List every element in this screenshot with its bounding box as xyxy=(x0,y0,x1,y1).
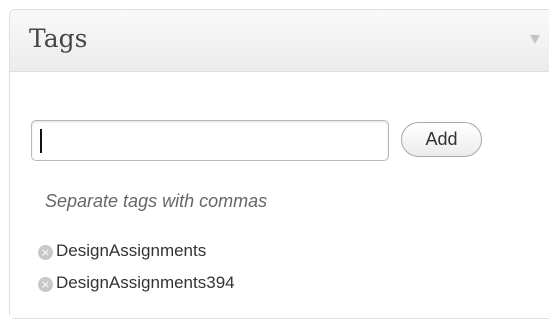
tag-label: DesignAssignments xyxy=(56,241,207,260)
panel-body: Add Separate tags with commas × DesignAs… xyxy=(10,72,549,318)
tag-label: DesignAssignments394 xyxy=(56,273,235,292)
hint-text: Separate tags with commas xyxy=(45,191,268,211)
tag-item: × DesignAssignments xyxy=(38,235,235,267)
tags-panel: Tags Add Separate tags with commas × Des… xyxy=(9,9,549,319)
tag-input[interactable] xyxy=(31,120,389,161)
panel-header[interactable]: Tags xyxy=(10,10,549,72)
add-tag-button[interactable]: Add xyxy=(401,122,482,157)
tag-list: × DesignAssignments × DesignAssignments3… xyxy=(38,235,235,299)
tag-item: × DesignAssignments394 xyxy=(38,267,235,299)
text-cursor xyxy=(40,129,42,153)
panel-title: Tags xyxy=(29,24,88,53)
remove-x-icon[interactable]: × xyxy=(38,277,53,292)
remove-x-icon[interactable]: × xyxy=(38,245,53,260)
triangle-down-icon[interactable] xyxy=(530,35,540,44)
